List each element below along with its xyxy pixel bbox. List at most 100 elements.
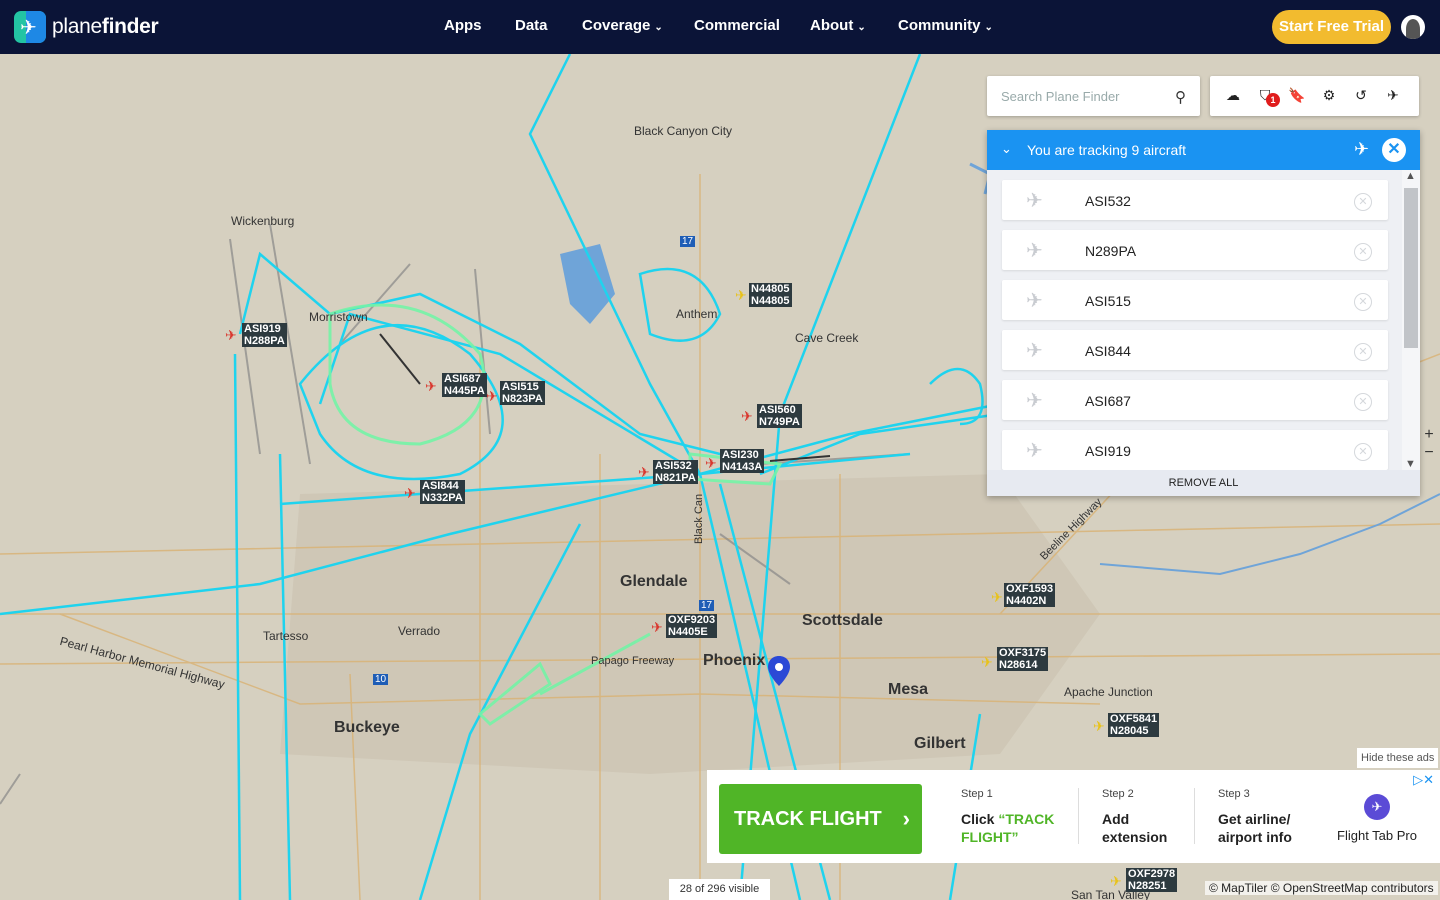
zoom-in-icon[interactable]: + [1418, 426, 1440, 444]
gear-icon[interactable]: ⚙ [1320, 87, 1338, 105]
divider [1078, 788, 1079, 844]
aircraft-icon[interactable]: ✈ [991, 590, 1003, 604]
plane-icon: ✈ [1026, 290, 1043, 312]
flight-label[interactable]: ASI560 N749PA [757, 404, 802, 428]
map-attribution[interactable]: © MapTiler © OpenStreetMap contributors [1205, 881, 1438, 895]
flight-label[interactable]: ASI230 N4143A [720, 449, 765, 473]
map-label-black-canyon-city: Black Canyon City [634, 124, 733, 138]
list-item[interactable]: ✈ N289PA ✕ [1002, 230, 1388, 270]
bookmark-icon[interactable]: 🔖 [1288, 87, 1306, 105]
close-icon[interactable]: ✕ [1382, 138, 1406, 162]
ad-close-icon[interactable]: ▷✕ [1413, 772, 1434, 788]
map-label-gilbert: Gilbert [914, 735, 966, 752]
aircraft-icon[interactable]: ✈ [638, 465, 650, 479]
map-label-verrado: Verrado [398, 624, 441, 638]
aircraft-name: ASI532 [1085, 193, 1131, 209]
flight-label[interactable]: ASI687 N445PA [442, 373, 487, 397]
nav-commercial[interactable]: Commercial [694, 17, 780, 37]
chevron-down-icon[interactable]: ▼ [1405, 458, 1416, 470]
map-label-apache-junction: Apache Junction [1064, 685, 1153, 699]
divider [1194, 788, 1195, 844]
remove-icon[interactable]: ✕ [1354, 443, 1372, 461]
planefinder-logo[interactable]: ✈ planefinder [14, 11, 159, 43]
remove-icon[interactable]: ✕ [1354, 243, 1372, 261]
hide-ads-link[interactable]: Hide these ads [1357, 748, 1439, 768]
aircraft-icon[interactable]: ✈ [225, 328, 237, 342]
plane-logo-icon: ✈ [14, 11, 46, 43]
map-label-tartesso: Tartesso [263, 629, 309, 643]
weather-icon[interactable]: ☁ [1224, 87, 1242, 105]
search-icon[interactable]: ⚲ [1175, 88, 1186, 106]
aircraft-icon[interactable]: ✈ [404, 486, 416, 500]
scrollbar-thumb[interactable] [1404, 188, 1418, 348]
aircraft-icon[interactable]: ✈ [735, 288, 747, 302]
flight-label[interactable]: OXF5841 N28045 [1108, 713, 1160, 737]
remove-all-button[interactable]: REMOVE ALL [987, 470, 1420, 496]
map-label-scottsdale: Scottsdale [802, 612, 883, 629]
zoom-out-icon[interactable]: − [1418, 444, 1440, 462]
filter-icon[interactable]: ⛉ 1 [1256, 87, 1280, 107]
chevron-down-icon: ⌄ [654, 22, 663, 33]
ad-button-label: TRACK FLIGHT [734, 808, 882, 830]
list-item[interactable]: ✈ ASI687 ✕ [1002, 380, 1388, 420]
map-label-buckeye: Buckeye [334, 719, 400, 736]
nav-about-label: About [810, 17, 854, 34]
chevron-down-icon[interactable]: ⌄ [1001, 141, 1012, 157]
flight-label[interactable]: ASI532 N821PA [653, 460, 698, 484]
aircraft-name: N289PA [1085, 243, 1137, 259]
chevron-up-icon[interactable]: ▲ [1405, 170, 1416, 182]
nav-about[interactable]: About ⌄ [810, 17, 866, 37]
list-item[interactable]: ✈ ASI515 ✕ [1002, 280, 1388, 320]
map-label-phoenix: Phoenix [703, 652, 766, 669]
location-pin-icon[interactable] [768, 656, 790, 686]
list-item[interactable]: ✈ ASI844 ✕ [1002, 330, 1388, 370]
nav-community[interactable]: Community ⌄ [898, 17, 993, 37]
aircraft-icon[interactable]: ✈ [705, 456, 717, 470]
zoom-control: + − [1418, 426, 1440, 472]
flight-label[interactable]: OXF3175 N28614 [997, 647, 1049, 671]
nav-coverage-label: Coverage [582, 17, 651, 34]
list-scrollbar[interactable]: ▲ ▼ [1402, 170, 1420, 470]
history-icon[interactable]: ↺ [1352, 87, 1370, 105]
flight-label[interactable]: ASI515 N823PA [500, 381, 545, 405]
aircraft-icon[interactable]: ✈ [425, 379, 437, 393]
aircraft-icon[interactable]: ✈ [981, 655, 993, 669]
plane-outline-icon[interactable]: ✈ [1354, 139, 1369, 160]
nav-data[interactable]: Data [515, 17, 548, 37]
track-flight-ad-button[interactable]: TRACK FLIGHT › [719, 784, 922, 854]
map-label-anthem: Anthem [676, 307, 718, 321]
nav-coverage[interactable]: Coverage ⌄ [582, 17, 663, 37]
remove-icon[interactable]: ✕ [1354, 393, 1372, 411]
tracking-title: You are tracking 9 aircraft [1027, 142, 1187, 158]
map-label-black-canyon-freeway: Black Can [693, 493, 705, 544]
flight-label[interactable]: OXF2978 N28251 [1126, 868, 1178, 892]
aircraft-icon[interactable]: ✈ [651, 620, 663, 634]
aircraft-icon[interactable]: ✈ [741, 409, 753, 423]
tracking-panel-header[interactable]: ⌄ You are tracking 9 aircraft ✈ ✕ [987, 130, 1420, 170]
remove-icon[interactable]: ✕ [1354, 193, 1372, 211]
sync-plane-icon[interactable]: ✈ [1384, 87, 1402, 105]
user-avatar[interactable] [1401, 15, 1425, 39]
flight-label[interactable]: OXF1593 N4402N [1004, 583, 1056, 607]
flight-label[interactable]: ASI844 N332PA [420, 480, 465, 504]
remove-icon[interactable]: ✕ [1354, 293, 1372, 311]
flight-label[interactable]: OXF9203 N4405E [666, 614, 718, 638]
flight-label[interactable]: ASI919 N288PA [242, 323, 287, 347]
list-item[interactable]: ✈ ASI919 ✕ [1002, 430, 1388, 470]
nav-apps[interactable]: Apps [444, 17, 482, 37]
chevron-down-icon: ⌄ [984, 22, 993, 33]
flight-tab-pro-logo[interactable]: ✈ Flight Tab Pro [1334, 794, 1420, 843]
aircraft-icon[interactable]: ✈ [486, 389, 498, 403]
start-free-trial-button[interactable]: Start Free Trial [1272, 10, 1391, 44]
remove-icon[interactable]: ✕ [1354, 343, 1372, 361]
list-item[interactable]: ✈ ASI532 ✕ [1002, 180, 1388, 220]
flight-label[interactable]: N44805 N44805 [749, 283, 792, 307]
nav-community-label: Community [898, 17, 981, 34]
aircraft-icon[interactable]: ✈ [1110, 874, 1122, 888]
aircraft-name: ASI687 [1085, 393, 1131, 409]
search-input[interactable] [1001, 87, 1161, 105]
ad-step-2: Step 2 Add extension [1102, 788, 1168, 845]
map-label-morristown: Morristown [309, 310, 368, 324]
aircraft-icon[interactable]: ✈ [1093, 719, 1105, 733]
map-toolbar: ☁ ⛉ 1 🔖 ⚙ ↺ ✈ [1210, 76, 1419, 116]
